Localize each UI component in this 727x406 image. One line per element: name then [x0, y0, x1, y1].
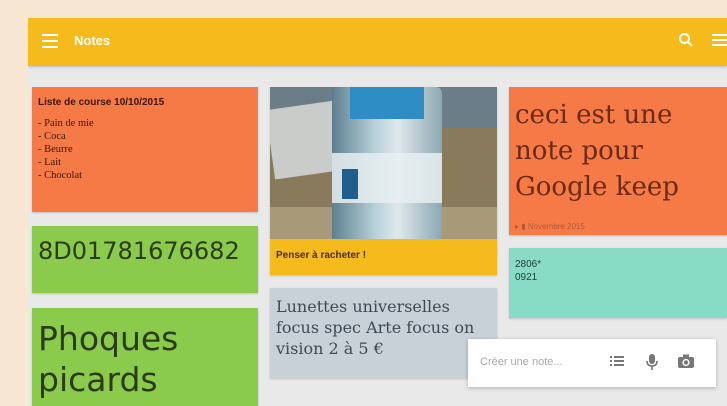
search-icon[interactable] — [678, 32, 694, 48]
note-line: Lunettes universelles — [276, 297, 450, 316]
note-title: Liste de course 10/10/2015 — [38, 97, 165, 108]
list-item: - Chocolat — [38, 170, 83, 181]
note-line: note pour — [515, 136, 643, 166]
note-reminder-meta: ▸ ▮ Novembre 2015 — [515, 222, 585, 231]
note-line: vision 2 à 5 € — [276, 339, 384, 358]
app-bar: Notes — [28, 18, 727, 66]
note-text: 2806* 0921 — [515, 258, 541, 284]
note-glasses[interactable]: Lunettes universelles focus spec Arte fo… — [270, 288, 497, 378]
more-icon[interactable] — [712, 34, 727, 48]
menu-icon[interactable] — [42, 34, 58, 48]
note-text: Lunettes universelles focus spec Arte fo… — [276, 296, 474, 359]
list-item: - Lait — [38, 157, 62, 168]
note-google-keep[interactable]: ceci est une note pour Google keep ▸ ▮ N… — [509, 87, 727, 235]
note-photo-image — [270, 87, 497, 239]
create-note-input[interactable] — [478, 355, 592, 369]
note-text: ceci est une note pour Google keep — [515, 97, 679, 205]
note-shopping-list[interactable]: Liste de course 10/10/2015 - Pain de mie… — [32, 87, 258, 212]
note-text: Phoques picards — [38, 318, 178, 400]
note-phoques[interactable]: Phoques picards — [32, 308, 258, 406]
app-title: Notes — [74, 33, 111, 48]
note-text: 8D01781676682 — [38, 237, 240, 265]
list-icon[interactable] — [609, 353, 625, 369]
keep-window: Notes Liste de course 10/10/2015 - Pain … — [28, 18, 727, 406]
note-caption: Penser à racheter ! — [276, 250, 367, 261]
note-line: ceci est une — [515, 100, 673, 130]
note-line: picards — [38, 360, 158, 399]
note-barcode[interactable]: 8D01781676682 — [32, 226, 258, 293]
note-line: 2806* — [515, 259, 542, 270]
list-item: - Pain de mie — [38, 118, 94, 129]
list-item: - Beurre — [38, 144, 73, 155]
note-photo[interactable]: Penser à racheter ! — [270, 87, 497, 275]
note-checklist: - Pain de mie - Coca - Beurre - Lait - C… — [38, 117, 94, 182]
microphone-icon[interactable] — [645, 353, 659, 371]
note-line: 0921 — [515, 272, 538, 283]
note-line: Google keep — [515, 172, 679, 202]
note-code[interactable]: 2806* 0921 — [509, 248, 727, 318]
note-line: Phoques — [38, 319, 179, 358]
camera-icon[interactable] — [677, 353, 695, 369]
note-line: focus spec Arte focus on — [276, 318, 475, 337]
list-item: - Coca — [38, 131, 66, 142]
create-note-bar — [468, 339, 716, 387]
